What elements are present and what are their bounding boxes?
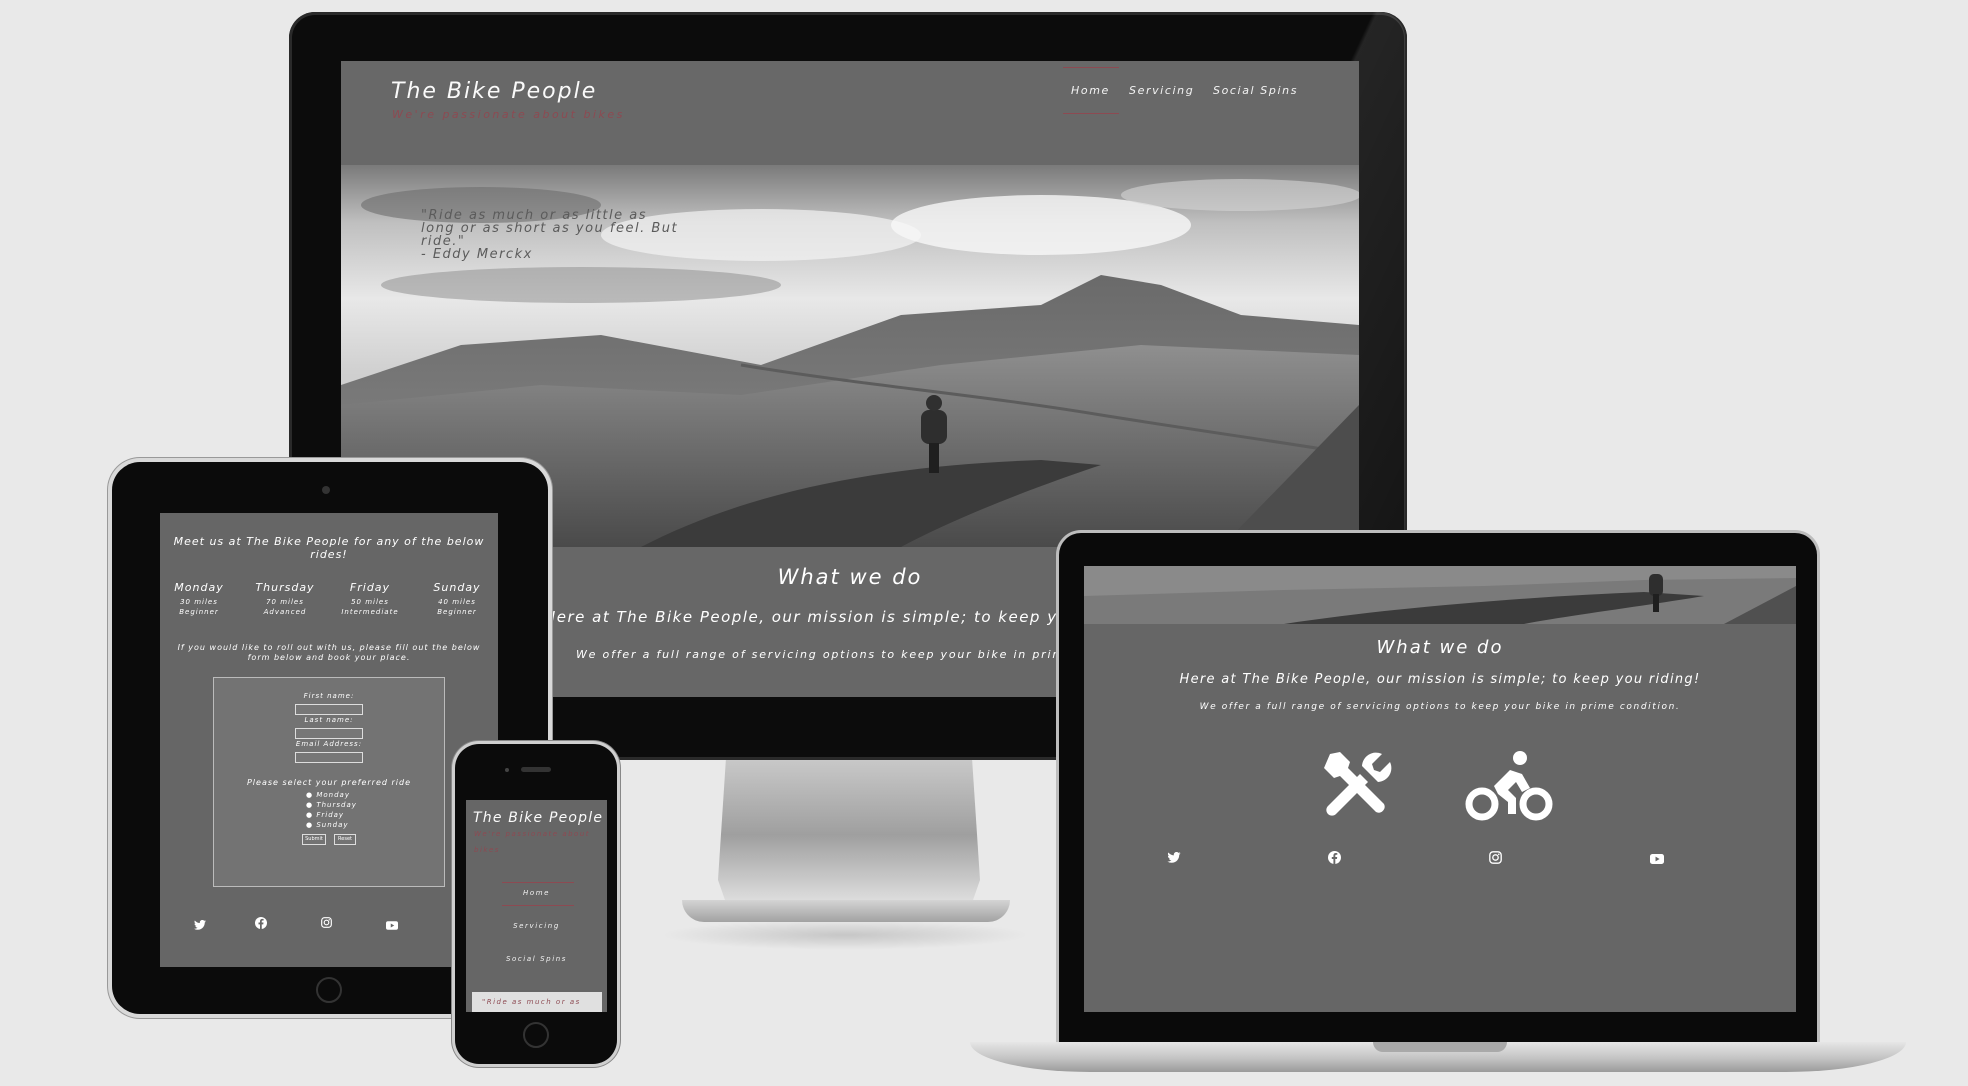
ride-sunday: Sunday 40 miles Beginner xyxy=(422,581,492,616)
site-brand[interactable]: The Bike People xyxy=(391,79,597,104)
ride-thursday: Thursday 70 miles Advanced xyxy=(250,581,320,616)
tablet-camera xyxy=(322,486,330,494)
nav-home[interactable]: Home xyxy=(1071,84,1110,97)
ride-day: Monday xyxy=(174,581,224,594)
laptop-hero-landscape xyxy=(1084,566,1796,624)
laptop-offer-text: We offer a full range of servicing optio… xyxy=(1199,702,1681,712)
tools-icon xyxy=(1320,748,1396,828)
site-header: The Bike People We're passionate about b… xyxy=(341,61,1359,165)
nav-servicing[interactable]: Servicing xyxy=(1129,84,1194,97)
last-name-input[interactable] xyxy=(295,728,363,739)
laptop-facebook-icon[interactable] xyxy=(1328,851,1341,867)
ride-distance: 50 miles xyxy=(351,598,389,606)
youtube-icon[interactable] xyxy=(386,919,398,933)
radio-label: Friday xyxy=(316,811,345,819)
offer-text: We offer a full range of servicing optio… xyxy=(576,648,1087,661)
phone-nav-servicing[interactable]: Servicing xyxy=(466,922,607,930)
first-name-input[interactable] xyxy=(295,704,363,715)
radio-icon[interactable]: ● xyxy=(306,811,313,819)
facebook-icon[interactable] xyxy=(255,917,267,932)
tablet-screen: Meet us at The Bike People for any of th… xyxy=(160,513,498,967)
laptop-twitter-icon[interactable] xyxy=(1167,851,1181,866)
site-tagline: We're passionate about bikes xyxy=(392,108,625,121)
hero-quote: "Ride as much or as little as long or as… xyxy=(421,209,678,261)
ride-distance: 40 miles xyxy=(438,598,476,606)
ride-monday: Monday 30 miles Beginner xyxy=(164,581,234,616)
radio-icon[interactable]: ● xyxy=(306,821,313,829)
form-intro: If you would like to roll out with us, p… xyxy=(177,643,481,662)
ride-option-thursday[interactable]: ● Thursday xyxy=(306,800,357,810)
mission-text: Here at The Bike People, our mission is … xyxy=(544,608,1058,626)
phone-nav-home[interactable]: Home xyxy=(466,889,607,897)
email-input[interactable] xyxy=(295,752,363,763)
ride-distance: 30 miles xyxy=(180,598,218,606)
laptop-instagram-icon[interactable] xyxy=(1489,851,1502,867)
phone-screen: The Bike People We're passionate about b… xyxy=(466,800,607,1012)
cyclist-icon xyxy=(1464,748,1554,828)
ride-day: Friday xyxy=(349,581,391,594)
phone-home-button[interactable] xyxy=(523,1022,549,1048)
laptop-youtube-icon[interactable] xyxy=(1650,853,1664,867)
reset-button[interactable]: Reset xyxy=(334,834,356,845)
email-label: Email Address: xyxy=(295,740,363,748)
ride-option-monday[interactable]: ● Monday xyxy=(306,790,357,800)
last-name-label: Last name: xyxy=(304,716,354,724)
nav-social-spins[interactable]: Social Spins xyxy=(1213,84,1298,97)
first-name-label: First name: xyxy=(303,692,355,700)
ride-level: Beginner xyxy=(437,608,477,616)
tablet-home-button[interactable] xyxy=(316,977,342,1003)
laptop-what-we-do-heading: What we do xyxy=(1376,637,1504,658)
monitor-stand xyxy=(718,760,980,910)
phone-speaker xyxy=(521,767,551,772)
laptop-hero-image xyxy=(1084,566,1796,624)
phone-quote-snippet: "Ride as much or as xyxy=(482,998,581,1006)
phone-brand[interactable]: The Bike People xyxy=(473,810,603,826)
phone-tagline-line2: bikes xyxy=(474,846,500,854)
ride-select-prompt: Please select your preferred ride xyxy=(246,778,411,787)
ride-option-friday[interactable]: ● Friday xyxy=(306,810,357,820)
booking-form: First name: Last name: Email Address: Pl… xyxy=(213,677,445,887)
radio-label: Monday xyxy=(316,791,350,799)
rides-intro: Meet us at The Bike People for any of th… xyxy=(173,535,485,561)
submit-button[interactable]: Submit xyxy=(302,834,326,845)
laptop-screen: What we do Here at The Bike People, our … xyxy=(1084,566,1796,1012)
ride-level: Intermediate xyxy=(341,608,399,616)
radio-icon[interactable]: ● xyxy=(306,791,313,799)
ride-distance: 70 miles xyxy=(266,598,304,606)
ride-level: Beginner xyxy=(179,608,219,616)
ride-level: Advanced xyxy=(263,608,307,616)
ride-friday: Friday 50 miles Intermediate xyxy=(330,581,410,616)
ride-options: ● Monday ● Thursday ● Friday ● Sunday xyxy=(306,790,357,830)
twitter-icon[interactable] xyxy=(194,919,206,933)
radio-icon[interactable]: ● xyxy=(306,801,313,809)
hero-quote-author: - Eddy Merckx xyxy=(421,247,533,262)
radio-label: Thursday xyxy=(316,801,357,809)
laptop-mission-text: Here at The Bike People, our mission is … xyxy=(1179,672,1701,687)
instagram-icon[interactable] xyxy=(321,917,332,931)
laptop-notch xyxy=(1373,1042,1507,1052)
phone-camera xyxy=(505,768,509,772)
radio-label: Sunday xyxy=(316,821,349,829)
ride-day: Sunday xyxy=(433,581,481,594)
monitor-stand-base xyxy=(682,900,1010,922)
stand-shadow xyxy=(660,920,1030,950)
ride-option-sunday[interactable]: ● Sunday xyxy=(306,820,357,830)
ride-day: Thursday xyxy=(255,581,315,594)
phone-tagline-line1: We're passionate about xyxy=(474,830,591,838)
phone-nav-social-spins[interactable]: Social Spins xyxy=(466,955,607,963)
